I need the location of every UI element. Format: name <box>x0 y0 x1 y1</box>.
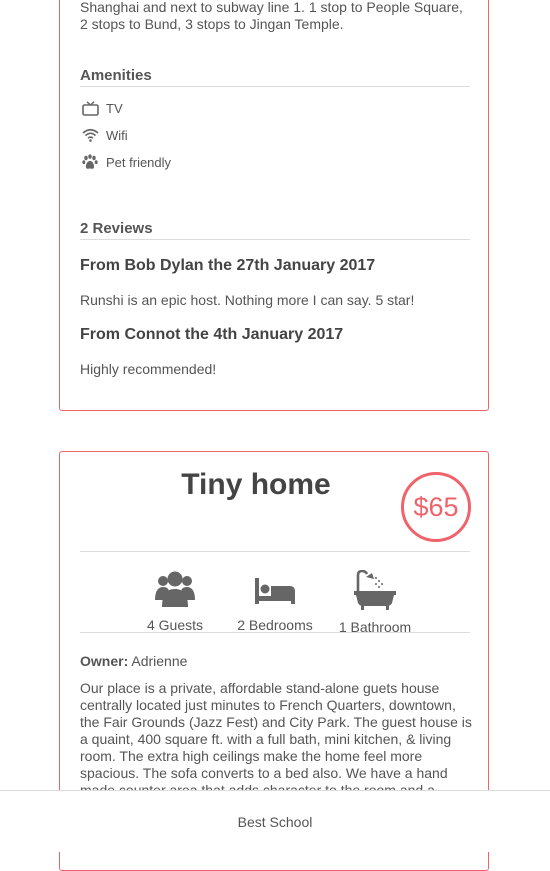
review-text: Highly recommended! <box>80 361 217 377</box>
review-header: From Bob Dylan the 27th January 2017 <box>80 257 376 274</box>
bed-icon <box>255 578 295 604</box>
divider <box>80 551 470 552</box>
owner-label: Owner: <box>80 653 129 669</box>
reviews-heading: 2 Reviews <box>80 220 470 240</box>
users-icon <box>155 571 195 607</box>
owner-name: Adrienne <box>131 653 188 669</box>
amenities-heading: Amenities <box>80 67 470 87</box>
amenity-label: Wifi <box>106 127 128 143</box>
footer: Best School <box>0 790 550 852</box>
price-badge: $65 <box>401 472 471 542</box>
divider <box>80 632 470 633</box>
stat-guests: 4 Guests <box>120 570 230 633</box>
wifi-icon <box>81 126 99 144</box>
transport-description: Shanghai and next to subway line 1. 1 st… <box>80 0 463 32</box>
paw-icon <box>81 153 99 171</box>
amenity-wifi: Wifi <box>81 125 128 145</box>
listing-description: Our place is a private, affordable stand… <box>80 680 472 798</box>
bath-icon <box>354 570 396 610</box>
amenity-pet-friendly: Pet friendly <box>81 152 171 172</box>
amenity-tv: TV <box>81 98 123 118</box>
tv-icon <box>81 99 99 117</box>
review-text: Runshi is an epic host. Nothing more I c… <box>80 292 415 308</box>
listing-card-1: Shanghai and next to subway line 1. 1 st… <box>59 0 489 411</box>
stat-bathroom: 1 Bathroom <box>320 570 430 635</box>
footer-text: Best School <box>237 813 313 830</box>
listing-title: Tiny home <box>181 468 331 501</box>
owner-line: Owner: Adrienne <box>80 653 187 669</box>
review-header: From Connot the 4th January 2017 <box>80 326 344 343</box>
amenity-label: Pet friendly <box>106 154 172 170</box>
stat-label: 2 Bedrooms <box>237 617 313 633</box>
stat-bedrooms: 2 Bedrooms <box>220 570 330 633</box>
amenity-label: TV <box>106 100 123 116</box>
stat-label: 4 Guests <box>146 617 204 633</box>
